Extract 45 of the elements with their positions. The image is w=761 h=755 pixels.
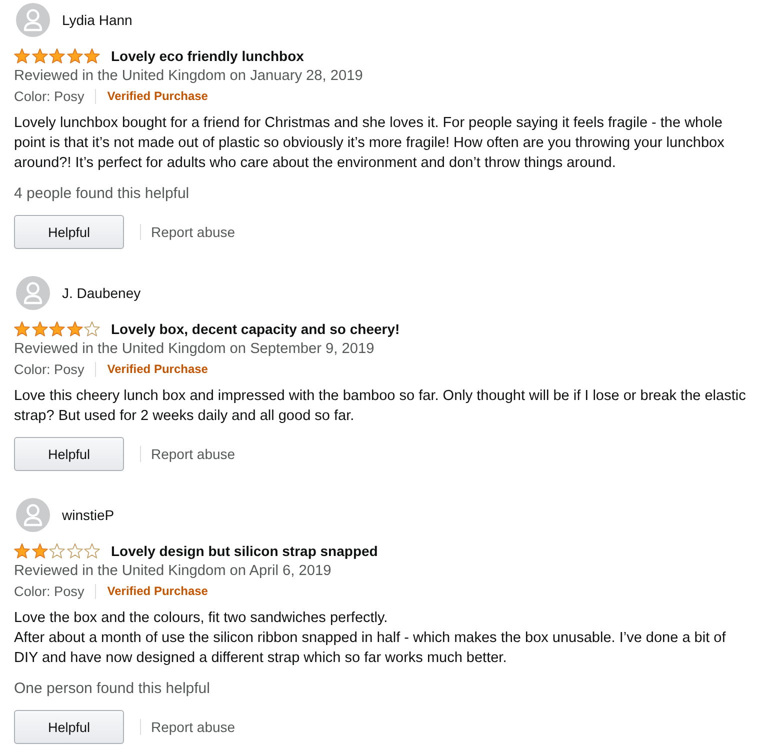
report-abuse-link[interactable]: Report abuse <box>151 224 236 240</box>
star-icon <box>14 48 30 64</box>
star-icon <box>14 321 30 337</box>
product-variant: Color: Posy <box>14 362 84 376</box>
review-date: Reviewed in the United Kingdom on April 6, 2019 <box>14 562 332 581</box>
helpful-count: 4 people found this helpful <box>14 184 190 204</box>
product-variant: Color: Posy <box>14 88 84 104</box>
reviewer-name: J. Daubeney <box>62 285 141 301</box>
star-icon <box>32 48 48 64</box>
helpful-button[interactable]: Helpful <box>14 710 124 744</box>
star-icon <box>49 321 65 337</box>
star-outline-icon <box>84 321 100 337</box>
verified-purchase-label: Verified Purchase <box>107 89 208 103</box>
reviewer-name: winstieP <box>62 507 114 523</box>
review-date: Reviewed in the United Kingdom on January 28, 2019 <box>14 67 364 86</box>
star-outline-icon <box>66 543 82 559</box>
avatar-icon <box>16 3 50 37</box>
review-text: Lovely lunchbox bought for a friend for Christmas and she loves it. For people saying it feels fragile - the whole point is that it’s not made out of plastic so obviously it’s more fragile! How often are you throwing your lunchbox around?! It’s perfect for adults who care about the environment and don’t throw things around. <box>14 114 726 173</box>
review-date: Reviewed in the United Kingdom on September 9, 2019 <box>14 340 376 359</box>
star-icon <box>32 543 48 559</box>
star-outline-icon <box>49 543 65 559</box>
star-icon <box>14 543 30 559</box>
verified-purchase-label: Verified Purchase <box>107 362 208 376</box>
review-text: Love this cheery lunch box and impressed with the bamboo so far. Only thought will be if I lose or break the elastic strap? But used for 2 weeks daily and all good so far. <box>14 387 747 426</box>
helpful-button[interactable]: Helpful <box>14 437 124 471</box>
star-icon <box>32 321 48 337</box>
star-icon <box>49 48 65 64</box>
reviewer-name: Lydia Hann <box>62 12 132 28</box>
review-title[interactable]: Lovely box, decent capacity and so cheery! <box>111 321 400 337</box>
star-icon <box>66 48 82 64</box>
product-variant: Color: Posy <box>14 584 84 598</box>
verified-purchase-label: Verified Purchase <box>107 584 208 598</box>
helpful-button[interactable]: Helpful <box>14 215 124 249</box>
avatar-icon <box>16 276 50 310</box>
review-text: After about a month of use the silicon ribbon snapped in half - which makes the box unusable. I’ve done a bit of DIY and have now designed a different strap which so far works much better. <box>14 629 727 668</box>
star-icon <box>66 321 82 337</box>
report-abuse-link[interactable]: Report abuse <box>151 446 236 462</box>
review-title[interactable]: Lovely design but silicon strap snapped <box>111 543 378 559</box>
star-icon <box>84 48 100 64</box>
review-text: Love the box and the colours, fit two sandwiches perfectly. <box>14 609 389 628</box>
report-abuse-link[interactable]: Report abuse <box>151 719 236 735</box>
review-title[interactable]: Lovely eco friendly lunchbox <box>111 48 304 64</box>
avatar-icon <box>16 498 50 532</box>
star-outline-icon <box>84 543 100 559</box>
helpful-count: One person found this helpful <box>14 679 211 699</box>
